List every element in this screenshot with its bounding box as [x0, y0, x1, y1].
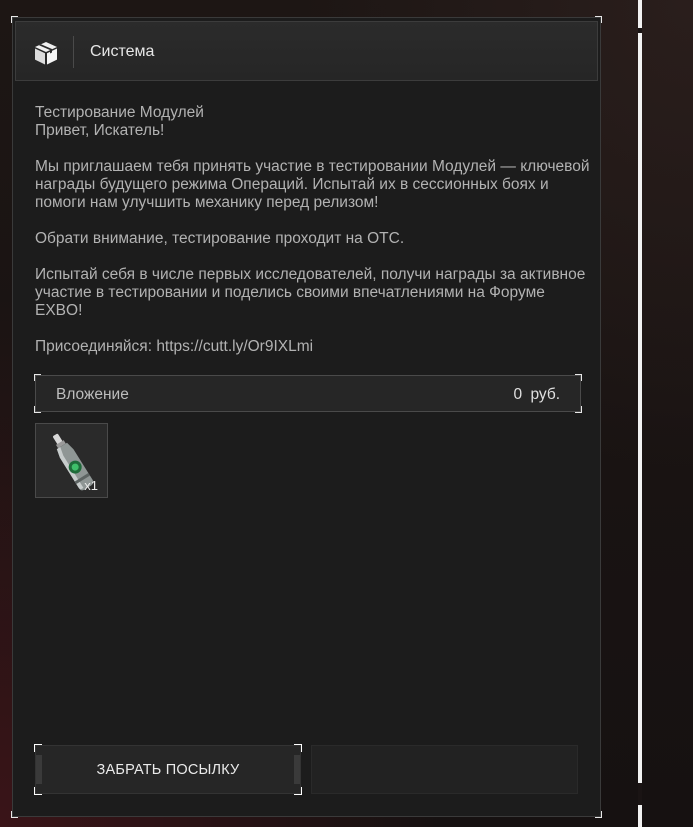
- message-paragraph: Испытай себя в числе первых исследовател…: [35, 266, 586, 319]
- attachment-label: Вложение: [56, 386, 129, 403]
- package-box-icon: [35, 42, 57, 65]
- message-paragraph: Мы приглашаем тебя принять участие в тес…: [35, 158, 590, 211]
- mail-window: Система Тестирование Модулей Привет, Иск…: [11, 16, 602, 818]
- adjacent-panel-edge: [638, 0, 642, 827]
- attachment-value: 0 руб.: [513, 386, 560, 403]
- message-greeting: Привет, Искатель!: [35, 122, 165, 139]
- mail-header: Система: [15, 21, 598, 81]
- message-link[interactable]: Присоединяйся: https://cutt.ly/Or9IXLmi: [35, 338, 590, 356]
- message-paragraph: Обрати внимание, тестирование проходит н…: [35, 230, 405, 247]
- message-body: Тестирование Модулей Привет, Искатель! М…: [35, 104, 590, 374]
- sender-title: Система: [90, 43, 155, 60]
- claim-parcel-label: ЗАБРАТЬ ПОСЫЛКУ: [96, 761, 240, 778]
- bottle-item-icon: [53, 433, 94, 491]
- secondary-action-button[interactable]: [311, 745, 578, 794]
- attachment-bar: Вложение 0 руб.: [34, 374, 582, 413]
- attachment-item-slot[interactable]: x1: [35, 423, 108, 498]
- claim-parcel-button[interactable]: ЗАБРАТЬ ПОСЫЛКУ: [34, 744, 302, 795]
- item-quantity: x1: [84, 478, 98, 493]
- message-subject: Тестирование Модулей: [35, 104, 204, 121]
- header-divider: [73, 36, 74, 68]
